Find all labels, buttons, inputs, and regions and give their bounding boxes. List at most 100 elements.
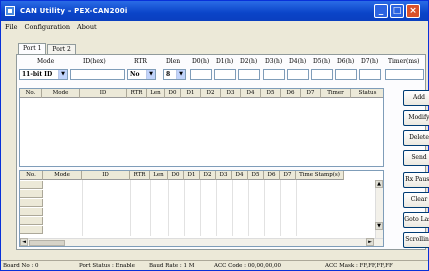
d6-input[interactable] <box>335 69 357 80</box>
column-header: D4 <box>241 89 261 98</box>
d7-input[interactable] <box>359 69 381 80</box>
window-title: CAN Utility – PEX-CAN200i <box>20 7 128 15</box>
dropdown-arrow-icon[interactable]: ▼ <box>58 70 67 79</box>
receive-table[interactable]: No. Mode ID RTR Len D0 D1 D2 D3 D4 D5 D6… <box>19 170 384 247</box>
column-divider <box>280 180 281 236</box>
app-window: CAN Utility – PEX-CAN200i _ □ × File Con… <box>0 0 429 271</box>
d6-label: D6(h) <box>337 58 355 65</box>
scrollbar-thumb[interactable] <box>29 240 65 246</box>
d4-input[interactable] <box>287 69 309 80</box>
column-header: D6 <box>281 89 301 98</box>
column-header: Mode <box>43 171 82 180</box>
dlen-select-value: 8 <box>166 71 171 78</box>
delete-button[interactable]: Delete <box>403 130 429 146</box>
column-header: D3 <box>221 89 241 98</box>
d2-input[interactable] <box>238 69 260 80</box>
app-icon <box>5 6 15 16</box>
column-header: D0 <box>168 171 184 180</box>
vertical-scrollbar[interactable]: ▲ ▼ <box>375 180 383 238</box>
modify-button[interactable]: Modify <box>403 110 429 126</box>
d1-label: D1(h) <box>216 58 234 65</box>
port-panel: Mode ID(hex) RTR Dlen D0(h) D1(h) D2(h) … <box>16 54 429 250</box>
column-divider <box>216 180 217 236</box>
d2-label: D2(h) <box>240 58 258 65</box>
row-header <box>20 181 43 189</box>
send-table[interactable]: No. Mode ID RTR Len D0 D1 D2 D3 D4 D5 D6… <box>19 88 384 167</box>
row-header <box>20 217 43 225</box>
menu-configuration[interactable]: Configuration <box>25 23 71 31</box>
d0-label: D0(h) <box>192 58 210 65</box>
row-header <box>20 190 43 198</box>
column-divider <box>248 180 249 236</box>
d3-label: D3(h) <box>265 58 283 65</box>
d1-input[interactable] <box>214 69 236 80</box>
column-header: No. <box>20 89 42 98</box>
rx-pause-button[interactable]: Rx Pause <box>403 172 429 188</box>
column-header: RTR <box>127 89 147 98</box>
close-icon[interactable]: × <box>406 4 420 18</box>
d5-input[interactable] <box>311 69 333 80</box>
column-divider <box>130 180 131 236</box>
column-header: Status <box>351 89 383 98</box>
d3-input[interactable] <box>263 69 285 80</box>
d0-input[interactable] <box>190 69 212 80</box>
dropdown-arrow-icon[interactable]: ▼ <box>176 70 185 79</box>
mode-select[interactable]: 11-bit ID ▼ <box>19 69 68 80</box>
dlen-label: Dlen <box>166 58 181 65</box>
send-button[interactable]: Send <box>403 150 429 166</box>
column-divider <box>232 180 233 236</box>
add-button[interactable]: Add <box>403 90 429 106</box>
column-header: Time Stamp(s) <box>296 171 344 180</box>
menu-file[interactable]: File <box>5 23 18 31</box>
column-header: D6 <box>264 171 280 180</box>
goto-last-button[interactable]: Goto Last <box>403 212 429 228</box>
column-header: Timer <box>321 89 351 98</box>
horizontal-scrollbar[interactable]: ◄ ► <box>20 238 383 246</box>
scrolling-button[interactable]: Scrolling <box>403 232 429 248</box>
acc-code-status: ACC Code : 00,00,00,00 <box>214 263 282 269</box>
dlen-select[interactable]: 8 ▼ <box>163 69 186 80</box>
maximize-icon[interactable]: □ <box>390 4 404 18</box>
d7-label: D7(h) <box>361 58 379 65</box>
scroll-arrow-icon[interactable]: ► <box>366 238 374 246</box>
column-divider <box>296 180 297 236</box>
tab-port-2[interactable]: Port 2 <box>47 44 76 54</box>
column-header: D5 <box>248 171 264 180</box>
port-status: Port Status : Enable <box>79 263 135 269</box>
column-header: D2 <box>200 171 216 180</box>
column-header: ID <box>80 89 127 98</box>
id-label: ID(hex) <box>83 58 106 65</box>
column-divider <box>150 180 151 236</box>
column-header: Len <box>150 171 168 180</box>
rtr-select[interactable]: No ▼ <box>127 69 156 80</box>
timer-label: Timer(ms) <box>388 58 420 65</box>
column-header: No. <box>20 171 43 180</box>
d5-label: D5(h) <box>313 58 331 65</box>
clear-button[interactable]: Clear <box>403 192 429 208</box>
scroll-arrow-icon[interactable]: ▲ <box>375 180 383 188</box>
port-tabs: Port 1 Port 2 <box>18 43 77 54</box>
rtr-select-value: No <box>130 71 140 78</box>
title-bar: CAN Utility – PEX-CAN200i _ □ × <box>1 1 428 21</box>
timer-input[interactable] <box>385 69 424 80</box>
tab-port-1[interactable]: Port 1 <box>18 43 47 54</box>
send-table-header: No. Mode ID RTR Len D0 D1 D2 D3 D4 D5 D6… <box>20 89 383 98</box>
minimize-icon[interactable]: _ <box>374 4 388 18</box>
column-header: D7 <box>301 89 321 98</box>
row-header <box>20 199 43 207</box>
id-hex-input[interactable] <box>70 69 125 80</box>
menu-about[interactable]: About <box>77 23 97 31</box>
column-header: D0 <box>165 89 181 98</box>
column-header: D3 <box>216 171 232 180</box>
column-header: D5 <box>261 89 281 98</box>
status-bar: Board No : 0 Port Status : Enable Baud R… <box>1 260 428 271</box>
mode-select-value: 11-bit ID <box>22 71 53 78</box>
scroll-arrow-icon[interactable]: ▼ <box>375 222 383 230</box>
scroll-arrow-icon[interactable]: ◄ <box>20 238 28 246</box>
column-header: D7 <box>280 171 296 180</box>
dropdown-arrow-icon[interactable]: ▼ <box>146 70 155 79</box>
row-header <box>20 208 43 216</box>
receive-table-header: No. Mode ID RTR Len D0 D1 D2 D3 D4 D5 D6… <box>20 171 344 180</box>
baud-rate-status: Baud Rate : 1 M <box>149 263 195 269</box>
column-header: RTR <box>130 171 150 180</box>
